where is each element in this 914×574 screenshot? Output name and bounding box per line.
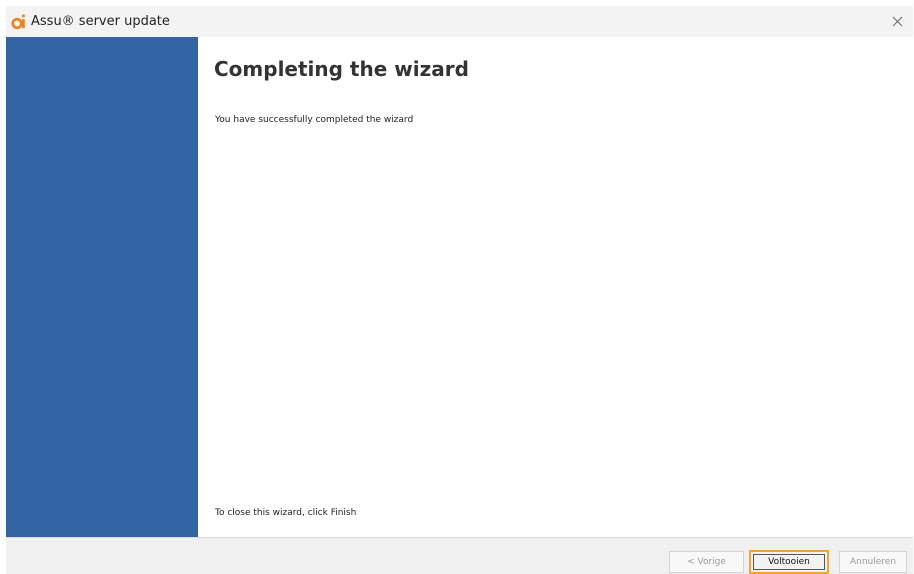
- close-instructions: To close this wizard, click Finish: [215, 508, 357, 518]
- title-bar: Assu® server update: [6, 6, 913, 37]
- completion-message: You have successfully completed the wiza…: [215, 115, 414, 125]
- wizard-window: Assu® server update Completing the wizar…: [6, 6, 913, 574]
- assu-logo-icon: [11, 13, 28, 30]
- close-icon: [892, 12, 903, 31]
- wizard-side-panel: [6, 37, 198, 537]
- finish-button-label: Voltooien: [753, 554, 825, 570]
- window-title: Assu® server update: [31, 14, 170, 29]
- cancel-button[interactable]: Annuleren: [839, 551, 907, 573]
- button-bar: < Vorige Voltooien Annuleren: [6, 537, 913, 574]
- wizard-content: Completing the wizard You have successfu…: [198, 37, 913, 537]
- page-title: Completing the wizard: [214, 57, 469, 81]
- back-button[interactable]: < Vorige: [669, 551, 744, 573]
- close-button[interactable]: [883, 8, 911, 35]
- finish-button[interactable]: Voltooien: [749, 550, 829, 574]
